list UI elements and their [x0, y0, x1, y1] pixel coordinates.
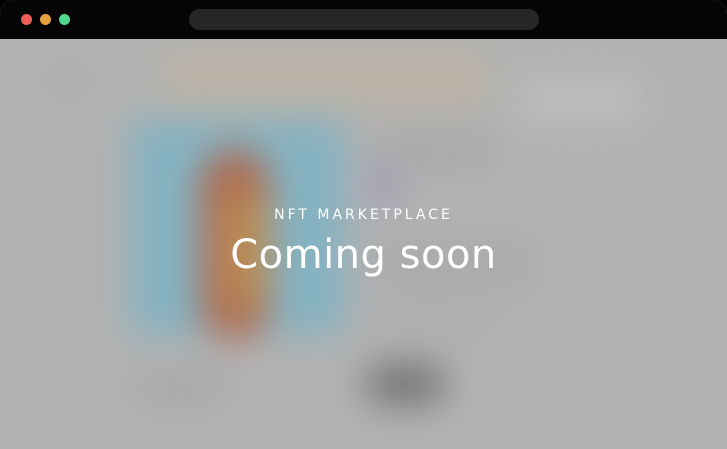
coming-soon-headline: Coming soon [230, 232, 497, 278]
close-window-button[interactable] [21, 14, 32, 25]
page-content: NFT MARKETPLACE Coming soon [0, 39, 727, 449]
address-bar[interactable] [189, 9, 539, 30]
zoom-window-button[interactable] [59, 14, 70, 25]
minimize-window-button[interactable] [40, 14, 51, 25]
browser-window: NFT MARKETPLACE Coming soon [0, 0, 727, 449]
title-bar [0, 0, 727, 39]
section-eyebrow: NFT MARKETPLACE [274, 207, 453, 223]
